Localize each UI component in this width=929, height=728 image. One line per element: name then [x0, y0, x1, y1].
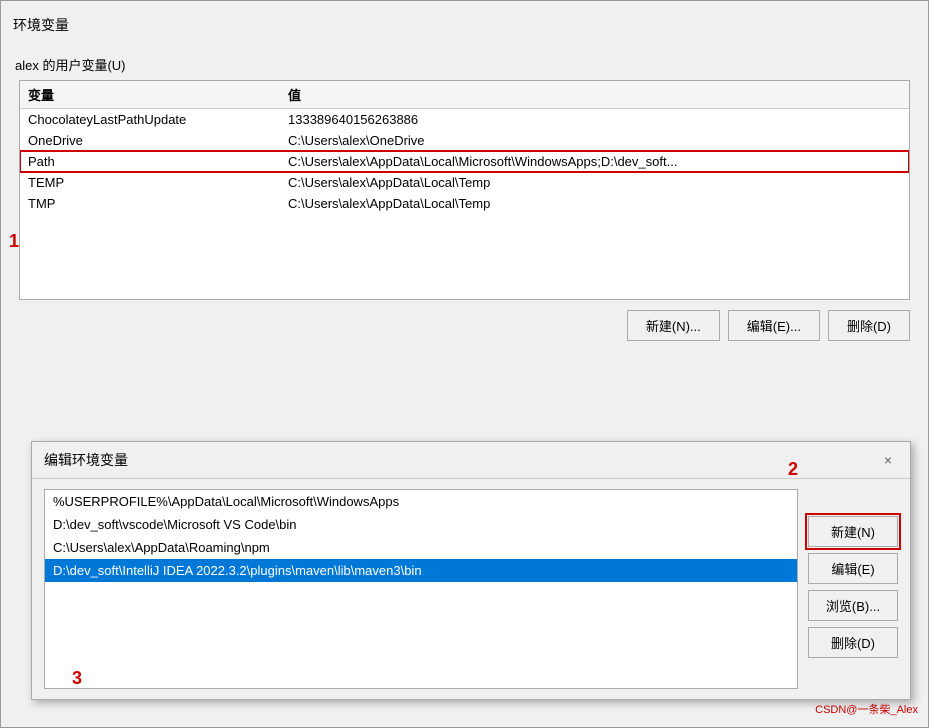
browse-path-button[interactable]: 浏览(B)...	[808, 590, 898, 621]
user-variables-table: 变量 值 ChocolateyLastPathUpdate13338964015…	[19, 80, 910, 300]
new-path-button[interactable]: 新建(N)	[808, 516, 898, 547]
path-item[interactable]: D:\dev_soft\IntelliJ IDEA 2022.3.2\plugi…	[45, 559, 797, 582]
edit-buttons-column: 2 新建(N) 编辑(E) 浏览(B)... 删除(D)	[808, 489, 898, 689]
table-row[interactable]: PathC:\Users\alex\AppData\Local\Microsof…	[20, 151, 909, 172]
table-row[interactable]: OneDriveC:\Users\alex\OneDrive	[20, 130, 909, 151]
val-cell: C:\Users\alex\AppData\Local\Temp	[288, 175, 901, 190]
path-item[interactable]: %USERPROFILE%\AppData\Local\Microsoft\Wi…	[45, 490, 797, 513]
edit-env-dialog: 编辑环境变量 × %USERPROFILE%\AppData\Local\Mic…	[31, 441, 911, 700]
user-buttons-row: 新建(N)... 编辑(E)... 删除(D)	[19, 310, 910, 341]
annotation-2: 2	[788, 459, 878, 480]
dialog-title: 环境变量	[11, 11, 918, 39]
delete-path-button[interactable]: 删除(D)	[808, 627, 898, 658]
table-rows-container: ChocolateyLastPathUpdate1333896401562638…	[20, 109, 909, 214]
edit-path-button[interactable]: 编辑(E)	[808, 553, 898, 584]
col-var-header: 变量	[28, 85, 288, 104]
annotation-3: 3	[72, 668, 82, 689]
table-row[interactable]: TEMPC:\Users\alex\AppData\Local\Temp	[20, 172, 909, 193]
var-cell: ChocolateyLastPathUpdate	[28, 112, 288, 127]
delete-user-var-button[interactable]: 删除(D)	[828, 310, 910, 341]
path-list[interactable]: %USERPROFILE%\AppData\Local\Microsoft\Wi…	[44, 489, 798, 689]
table-row[interactable]: ChocolateyLastPathUpdate1333896401562638…	[20, 109, 909, 130]
watermark: CSDN@一条柴_Alex	[815, 701, 918, 717]
edit-dialog-titlebar: 编辑环境变量 ×	[32, 442, 910, 479]
path-item[interactable]: C:\Users\alex\AppData\Roaming\npm	[45, 536, 797, 559]
user-section-label: alex 的用户变量(U)	[11, 55, 918, 74]
edit-user-var-button[interactable]: 编辑(E)...	[728, 310, 820, 341]
var-cell: TEMP	[28, 175, 288, 190]
table-header: 变量 值	[20, 81, 909, 109]
edit-dialog-body: %USERPROFILE%\AppData\Local\Microsoft\Wi…	[32, 479, 910, 699]
env-variables-dialog: 环境变量 alex 的用户变量(U) 变量 值 ChocolateyLastPa…	[0, 0, 929, 728]
edit-dialog-title: 编辑环境变量	[44, 450, 128, 470]
var-cell: Path	[28, 154, 288, 169]
path-item[interactable]: D:\dev_soft\vscode\Microsoft VS Code\bin	[45, 513, 797, 536]
val-cell: C:\Users\alex\AppData\Local\Microsoft\Wi…	[288, 154, 901, 169]
var-cell: OneDrive	[28, 133, 288, 148]
val-cell: C:\Users\alex\OneDrive	[288, 133, 901, 148]
val-cell: C:\Users\alex\AppData\Local\Temp	[288, 196, 901, 211]
var-cell: TMP	[28, 196, 288, 211]
annotation-1: 1	[9, 231, 19, 252]
val-cell: 133389640156263886	[288, 112, 901, 127]
close-icon[interactable]: ×	[878, 450, 898, 470]
table-row[interactable]: TMPC:\Users\alex\AppData\Local\Temp	[20, 193, 909, 214]
col-val-header: 值	[288, 85, 901, 104]
new-user-var-button[interactable]: 新建(N)...	[627, 310, 720, 341]
